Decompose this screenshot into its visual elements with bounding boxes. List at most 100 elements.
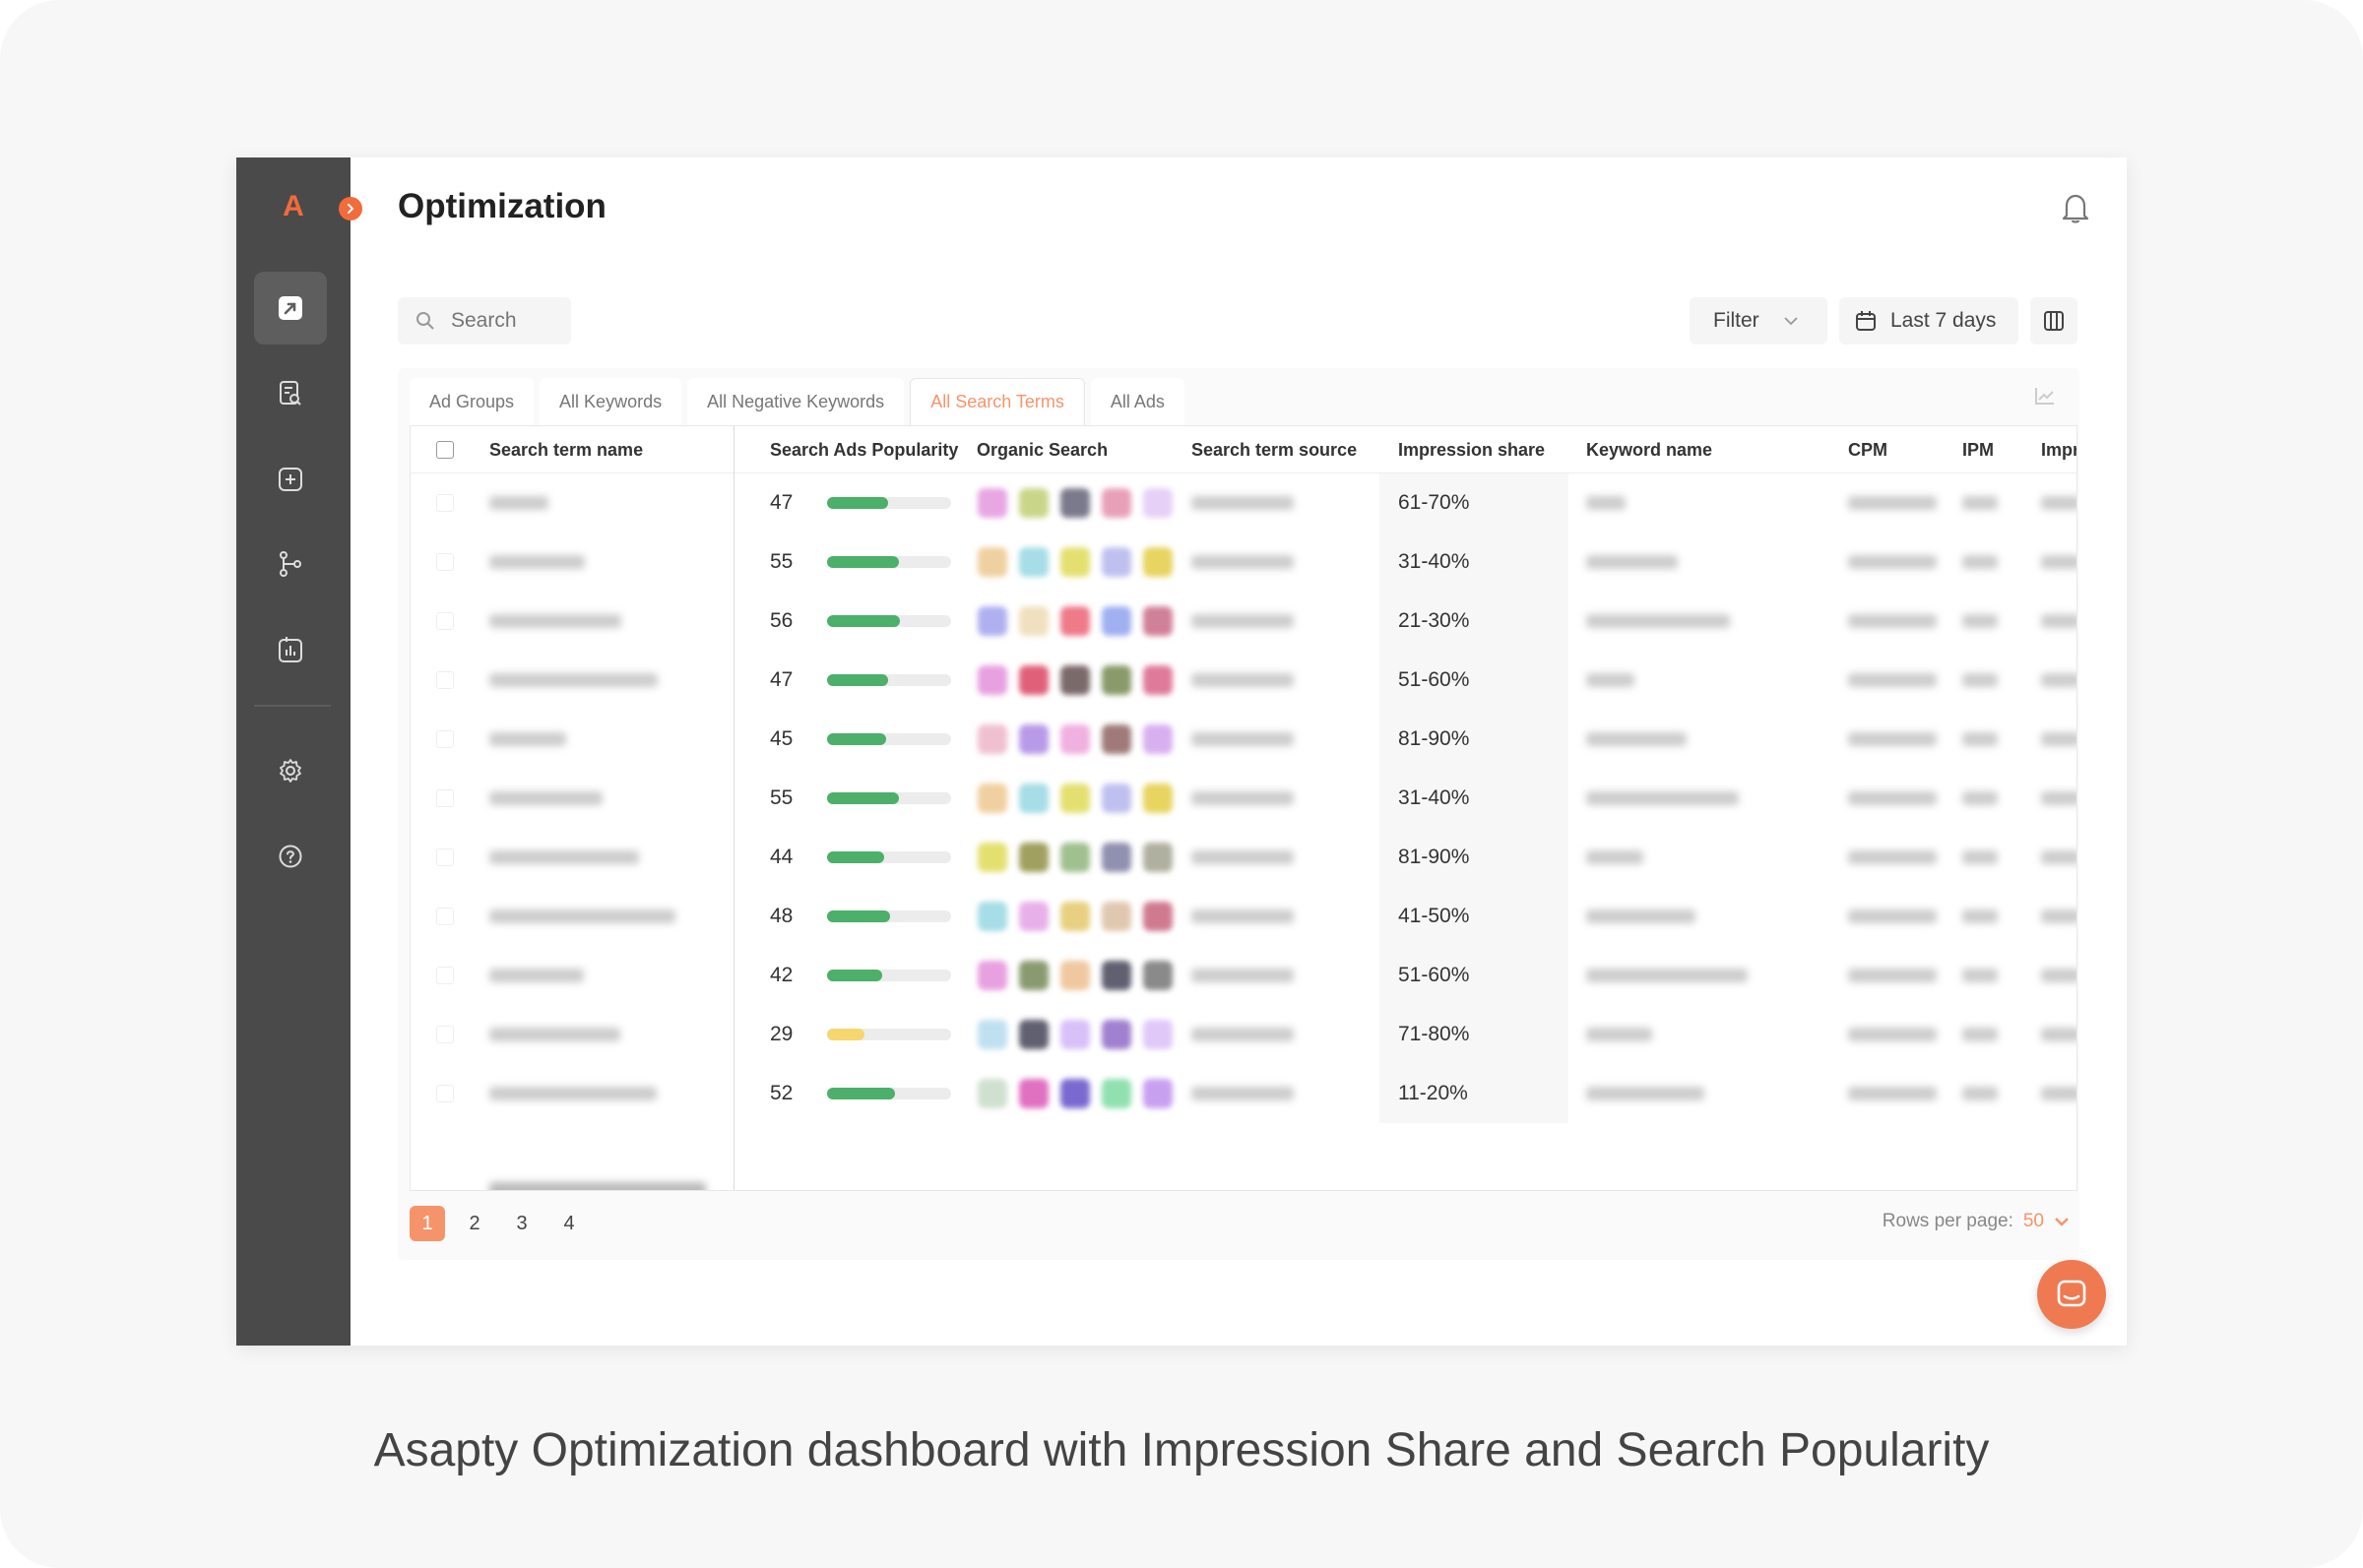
table-row[interactable]: 55 31-40% (411, 533, 2076, 592)
table-row[interactable]: 52 11-20% (411, 1064, 2076, 1123)
notifications-button[interactable] (2060, 191, 2091, 229)
ipm-value-redacted (1962, 887, 1998, 946)
impression-share-value: 81-90% (1398, 727, 1470, 750)
rows-per-page-select[interactable]: 50 (2023, 1211, 2044, 1232)
row-checkbox[interactable] (436, 612, 454, 630)
chart-toggle-button[interactable] (2034, 386, 2056, 410)
column-header-cpm[interactable]: CPM (1848, 426, 1887, 473)
app-icon-redacted (1019, 784, 1049, 813)
popularity-bar (827, 733, 951, 745)
app-icon-redacted (1143, 606, 1173, 636)
row-checkbox[interactable] (436, 848, 454, 866)
popularity-bar-cell (827, 592, 951, 651)
page-button-4[interactable]: 4 (551, 1206, 587, 1241)
table-row[interactable]: 47 51-60% (411, 651, 2076, 710)
ipm-value-redacted (1962, 769, 1998, 828)
column-header-ipm[interactable]: IPM (1962, 426, 1994, 473)
row-checkbox[interactable] (436, 553, 454, 571)
popularity-bar (827, 1029, 951, 1040)
filter-button[interactable]: Filter (1690, 297, 1827, 345)
search-term-source-redacted (1191, 533, 1294, 592)
sidebar-item-reports[interactable] (254, 613, 327, 686)
sidebar-collapse-button[interactable] (339, 197, 362, 220)
row-checkbox[interactable] (436, 789, 454, 807)
column-header-organic[interactable]: Organic Search (977, 426, 1108, 473)
search-input[interactable] (451, 309, 559, 333)
popularity-bar (827, 1088, 951, 1099)
popularity-bar-cell (827, 1005, 951, 1064)
table-row[interactable]: 29 71-80% (411, 1005, 2076, 1064)
sidebar-item-settings[interactable] (254, 734, 327, 807)
popularity-value: 47 (770, 491, 794, 514)
tab-all-keywords[interactable]: All Keywords (540, 378, 682, 425)
table-row[interactable]: 44 81-90% (411, 828, 2076, 887)
columns-button[interactable] (2030, 297, 2077, 345)
organic-search-apps (978, 1064, 1173, 1123)
table-row[interactable]: 48 41-50% (411, 887, 2076, 946)
search-term-name-redacted (489, 946, 584, 1005)
column-header-impression[interactable]: Impression share (1398, 426, 1545, 473)
app-icon-redacted (978, 606, 1007, 636)
row-checkbox[interactable] (436, 1085, 454, 1102)
popularity-value: 48 (770, 905, 794, 927)
page-button-1[interactable]: 1 (410, 1206, 445, 1241)
select-all-checkbox[interactable] (436, 441, 454, 459)
app-icon-redacted (1019, 902, 1049, 931)
document-search-icon (280, 381, 301, 406)
support-chat-button[interactable] (2037, 1260, 2106, 1329)
row-checkbox-cell (436, 710, 454, 769)
app-icon-redacted (978, 665, 1007, 695)
tab-ad-groups[interactable]: Ad Groups (410, 378, 535, 425)
column-header-name[interactable]: Search term name (489, 426, 643, 473)
tab-all-ads[interactable]: All Ads (1090, 378, 1184, 425)
chevron-down-icon[interactable] (2054, 1217, 2070, 1226)
page-button-2[interactable]: 2 (457, 1206, 492, 1241)
tab-all-search-terms[interactable]: All Search Terms (910, 378, 1085, 425)
app-icon-redacted (1102, 1079, 1131, 1108)
table-row[interactable]: 42 51-60% (411, 946, 2076, 1005)
impr-value-redacted (2041, 710, 2076, 769)
tab-all-negative-keywords[interactable]: All Negative Keywords (687, 378, 905, 425)
search-field[interactable] (398, 297, 571, 345)
table-row[interactable]: 47 61-70% (411, 473, 2076, 533)
column-header-popularity[interactable]: Search Ads Popularity (770, 426, 958, 473)
app-icon-redacted (1060, 784, 1090, 813)
page-button-3[interactable]: 3 (504, 1206, 540, 1241)
table-row[interactable]: 56 21-30% (411, 592, 2076, 651)
row-checkbox[interactable] (436, 671, 454, 689)
sidebar-item-dashboard[interactable] (254, 272, 327, 345)
ipm-value-redacted (1962, 651, 1998, 710)
sidebar-item-help[interactable] (254, 820, 327, 893)
app-icon-redacted (1143, 665, 1173, 695)
table-row[interactable]: 55 31-40% (411, 769, 2076, 828)
row-checkbox[interactable] (436, 967, 454, 984)
app-icon-redacted (1060, 1079, 1090, 1108)
sidebar-item-flows[interactable] (254, 528, 327, 600)
keyword-name-redacted (1586, 769, 1739, 828)
popularity-bar (827, 970, 951, 981)
column-header-keyword[interactable]: Keyword name (1586, 426, 1712, 473)
popularity-bar-fill (827, 792, 899, 804)
row-checkbox[interactable] (436, 494, 454, 512)
impr-value-redacted (2041, 1005, 2076, 1064)
table-row[interactable]: 45 81-90% (411, 710, 2076, 769)
row-checkbox-cell (436, 1064, 454, 1123)
row-checkbox[interactable] (436, 908, 454, 925)
app-logo[interactable]: A (274, 187, 313, 226)
app-icon-redacted (1060, 488, 1090, 518)
calendar-icon (1856, 311, 1876, 331)
cpm-value-redacted (1848, 1005, 1937, 1064)
row-checkbox[interactable] (436, 730, 454, 748)
popularity-value: 44 (770, 846, 794, 868)
popularity-bar-fill (827, 556, 899, 568)
column-header-source[interactable]: Search term source (1191, 426, 1357, 473)
row-checkbox-cell (436, 592, 454, 651)
sidebar-item-add[interactable] (254, 443, 327, 516)
popularity-bar-cell (827, 710, 951, 769)
date-range-button[interactable]: Last 7 days (1839, 297, 2018, 345)
popularity-bar-fill (827, 1029, 864, 1040)
row-checkbox[interactable] (436, 1026, 454, 1043)
sidebar-item-search-report[interactable] (254, 357, 327, 430)
bell-icon (2062, 194, 2089, 223)
column-header-impr[interactable]: Impr (2041, 426, 2076, 473)
